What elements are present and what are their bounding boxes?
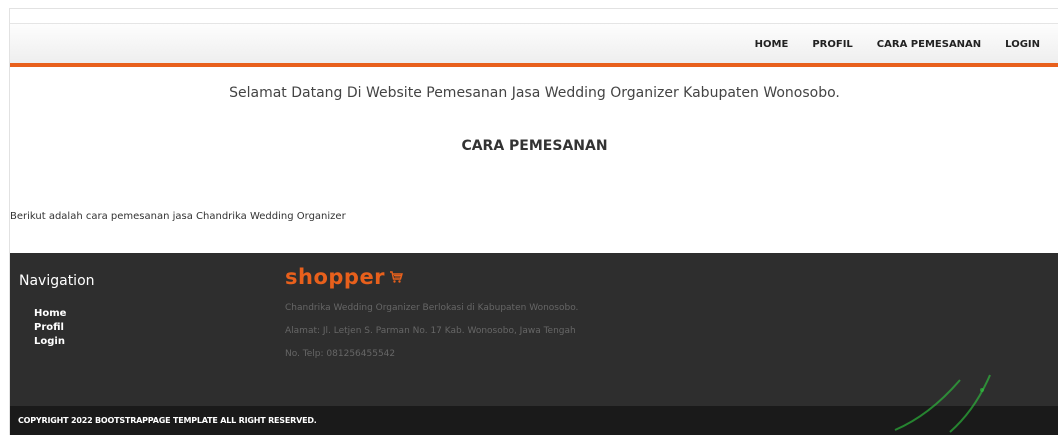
footer-navigation-title: Navigation	[19, 273, 95, 289]
copyright-bar: COPYRIGHT 2022 BOOTSTRAPPAGE TEMPLATE AL…	[10, 406, 1058, 435]
intro-text: Berikut adalah cara pemesanan jasa Chand…	[10, 211, 346, 222]
nav-item-home[interactable]: HOME	[743, 39, 801, 50]
footer-link-list: Home Profil Login	[34, 307, 66, 349]
brand-logo: shopper	[285, 265, 403, 289]
top-navigation-bar: HOME PROFIL CARA PEMESANAN LOGIN	[10, 23, 1058, 63]
copyright-text: COPYRIGHT 2022 BOOTSTRAPPAGE TEMPLATE AL…	[18, 416, 317, 425]
footer-link-login[interactable]: Login	[34, 335, 66, 349]
nav-accent-line	[10, 63, 1058, 67]
footer-info-phone: No. Telp: 081256455542	[285, 349, 396, 359]
page-title: CARA PEMESANAN	[461, 138, 608, 154]
nav-item-login[interactable]: LOGIN	[993, 39, 1052, 50]
footer-info-address: Alamat: Jl. Letjen S. Parman No. 17 Kab.…	[285, 326, 576, 336]
nav-item-profil[interactable]: PROFIL	[800, 39, 864, 50]
footer-info-list: Chandrika Wedding Organizer Berlokasi di…	[285, 302, 578, 371]
shopping-cart-icon	[389, 269, 403, 288]
footer: Navigation Home Profil Login shopper Cha…	[10, 253, 1058, 406]
brand-name: shopper	[285, 265, 386, 289]
welcome-message: Selamat Datang Di Website Pemesanan Jasa…	[229, 85, 840, 101]
page-frame: HOME PROFIL CARA PEMESANAN LOGIN Selamat…	[9, 8, 1058, 435]
footer-info-description: Chandrika Wedding Organizer Berlokasi di…	[285, 303, 579, 313]
footer-link-home[interactable]: Home	[34, 307, 66, 321]
main-menu: HOME PROFIL CARA PEMESANAN LOGIN	[743, 24, 1052, 64]
nav-item-cara-pemesanan[interactable]: CARA PEMESANAN	[865, 39, 993, 50]
footer-link-profil[interactable]: Profil	[34, 321, 66, 335]
